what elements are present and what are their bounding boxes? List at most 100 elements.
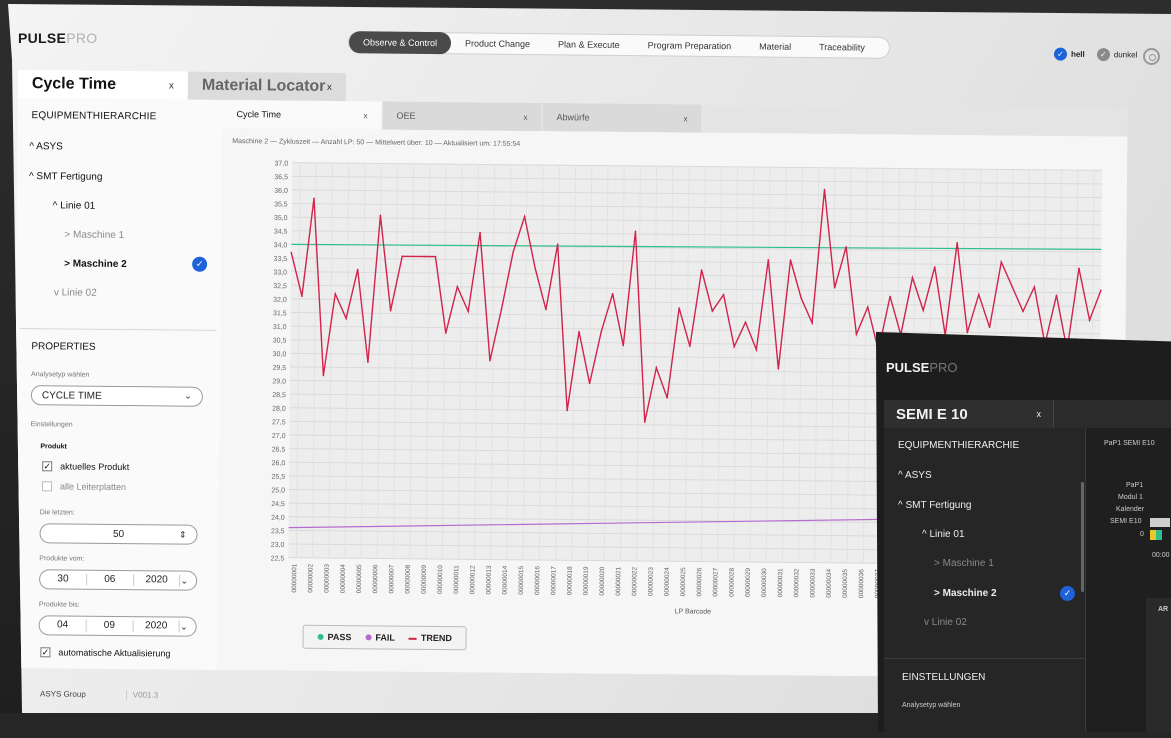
x-tick-label: 00000028 (728, 567, 735, 596)
nav-material[interactable]: Material (745, 36, 805, 57)
footer: ASYS Group V001.3 (40, 689, 158, 699)
subtab-cycle-time[interactable]: Cycle Timex (222, 100, 382, 130)
tree-label: ASYS (36, 141, 63, 152)
y-tick-label: 34,0 (274, 242, 288, 249)
y-tick-label: 26,5 (272, 446, 286, 453)
date-month[interactable]: 06 (87, 574, 134, 586)
dark-tree-maschine-1[interactable]: > Maschine 1 (934, 558, 994, 569)
y-tick-label: 35,5 (274, 201, 288, 208)
dark-row-kalender: Kalender (1116, 506, 1144, 513)
dark-tree-maschine-2[interactable]: > Maschine 2 (934, 588, 997, 599)
tree-item-smt-fertigung[interactable]: ^ SMT Fertigung (29, 171, 103, 183)
nav-plan-execute[interactable]: Plan & Execute (544, 34, 634, 55)
date-year[interactable]: 2020 (134, 574, 181, 586)
trend-point (600, 331, 602, 333)
status-bar (1150, 518, 1170, 527)
date-month[interactable]: 09 (86, 620, 133, 632)
date-year[interactable]: 2020 (133, 620, 180, 632)
close-icon[interactable]: x (1037, 409, 1042, 419)
y-tick-label: 24,5 (271, 501, 285, 508)
checkbox-label: alle Leiterplatten (60, 481, 126, 492)
tree-label: Maschine 1 (943, 558, 994, 569)
sidebar-scrollbar[interactable] (1081, 482, 1084, 592)
selected-check-icon: ✓ (192, 257, 207, 272)
checkbox-auto-update[interactable]: ✓automatische Aktualisierung (40, 647, 170, 658)
close-icon[interactable]: x (524, 112, 528, 121)
x-tick-label: 00000034 (826, 568, 833, 597)
theme-dark-radio[interactable]: ✓ (1097, 48, 1110, 61)
tree-label: Maschine 2 (73, 259, 127, 271)
dark-tree-asys[interactable]: ^ ASYS (898, 470, 932, 481)
stepper-arrows-icon[interactable]: ⇕ (179, 529, 187, 540)
y-tick-label: 33,0 (273, 269, 287, 276)
tab-material-locator[interactable]: Material Locatorx (188, 72, 346, 102)
chevron-right-icon: > (934, 588, 940, 599)
last-n-stepper[interactable]: 50⇕ (39, 523, 197, 545)
chevron-up-icon: ^ (922, 529, 927, 540)
x-tick-label: 00000020 (599, 566, 606, 595)
trend-point (589, 383, 591, 385)
checkbox-empty-icon[interactable] (42, 481, 52, 491)
products-from-label: Produkte vom: (39, 555, 84, 562)
products-to-date[interactable]: 04 09 2020 ⌄ (39, 615, 197, 637)
subtab-abwuerfe[interactable]: Abwürfex (542, 103, 702, 133)
trend-point (612, 293, 614, 295)
theme-light-label: hell (1071, 50, 1085, 59)
trend-point (967, 332, 969, 334)
trend-point (745, 321, 747, 323)
x-tick-label: 00000036 (858, 569, 865, 598)
trend-point (733, 346, 735, 348)
product-label: Produkt (40, 443, 67, 450)
nav-observe-control[interactable]: Observe & Control (349, 31, 451, 54)
tab-semi-e10[interactable]: SEMI E 10x (884, 400, 1054, 428)
nav-product-change[interactable]: Product Change (451, 33, 544, 54)
tab-cycle-time[interactable]: Cycle Timex (18, 70, 188, 100)
products-from-date[interactable]: 30 06 2020 ⌄ (39, 569, 197, 591)
trend-point (545, 309, 547, 311)
y-tick-label: 30,5 (273, 338, 287, 345)
y-tick-label: 34,5 (274, 229, 288, 236)
date-day[interactable]: 30 (40, 573, 87, 585)
tree-item-maschine-2[interactable]: > Maschine 2 (64, 258, 127, 270)
analysis-type-select[interactable]: CYCLE TIME⌄ (31, 385, 203, 407)
dark-tree-linie-01[interactable]: ^ Linie 01 (922, 529, 965, 540)
trend-point (912, 277, 914, 279)
nav-program-preparation[interactable]: Program Preparation (634, 35, 746, 56)
tree-item-linie-01[interactable]: ^ Linie 01 (53, 200, 96, 211)
legend-fail[interactable]: FAIL (365, 632, 395, 642)
dark-tree-smt[interactable]: ^ SMT Fertigung (898, 500, 971, 511)
checkbox-checked-icon[interactable]: ✓ (40, 647, 50, 657)
checkbox-checked-icon[interactable]: ✓ (42, 461, 52, 471)
date-day[interactable]: 04 (40, 619, 87, 631)
chevron-down-icon[interactable]: ⌄ (180, 575, 196, 586)
tree-item-asys[interactable]: ^ ASYS (29, 141, 63, 152)
checkbox-all-boards[interactable]: alle Leiterplatten (42, 481, 126, 492)
legend-trend[interactable]: TREND (409, 633, 452, 643)
chevron-down-icon[interactable]: ⌄ (180, 621, 196, 632)
sidebar: EQUIPMENTHIERARCHIE ^ ASYS ^ SMT Fertigu… (12, 98, 222, 670)
gear-icon[interactable] (1143, 48, 1160, 65)
tree-label: Maschine 1 (73, 230, 124, 241)
tree-item-linie-02[interactable]: v Linie 02 (54, 287, 97, 298)
nav-traceability[interactable]: Traceability (805, 37, 879, 58)
dark-panel: AR (1146, 598, 1171, 738)
trend-point (467, 311, 469, 313)
tree-label: Maschine 2 (943, 588, 997, 599)
dark-tree-linie-02[interactable]: v Linie 02 (924, 617, 967, 628)
trend-point (401, 255, 403, 257)
x-tick-label: 00000023 (647, 567, 654, 596)
properties-heading: PROPERTIES (19, 329, 216, 354)
legend-pass[interactable]: PASS (318, 632, 352, 642)
close-icon[interactable]: x (327, 81, 332, 92)
theme-light-radio[interactable]: ✓ (1054, 48, 1067, 61)
close-icon[interactable]: x (169, 80, 174, 91)
trend-point (934, 266, 936, 268)
checkbox-current-product[interactable]: ✓aktuelles Produkt (42, 461, 129, 472)
theme-dark-label: dunkel (1114, 50, 1138, 59)
dark-sidebar: EQUIPMENTHIERARCHIE ^ ASYS ^ SMT Fertigu… (884, 428, 1086, 738)
close-icon[interactable]: x (684, 114, 688, 123)
subtab-oee[interactable]: OEEx (382, 102, 542, 132)
tree-item-maschine-1[interactable]: > Maschine 1 (64, 229, 124, 241)
close-icon[interactable]: x (364, 111, 368, 120)
tree-label: Linie 01 (929, 529, 964, 540)
